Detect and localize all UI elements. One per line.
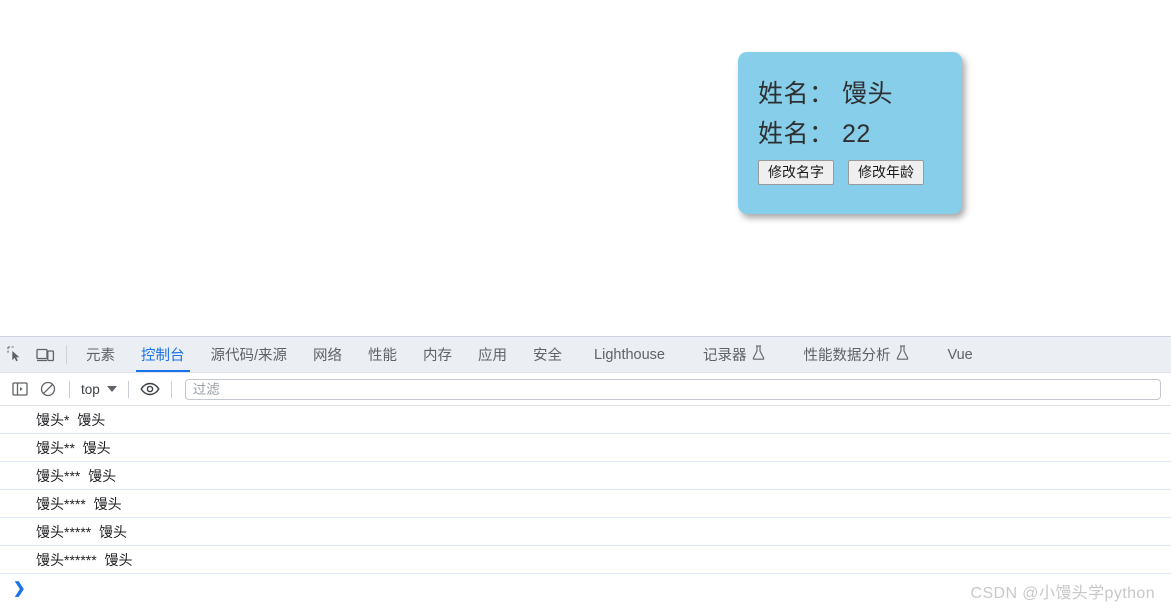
tab-performance[interactable]: 性能 [355, 337, 410, 372]
console-log-row: 馒头*** 馒头 [0, 462, 1171, 490]
tab-vue[interactable]: Vue [928, 337, 991, 372]
toolbar-separator [127, 380, 129, 398]
js-context-value: top [81, 381, 100, 397]
console-log-row: 馒头* 馒头 [0, 406, 1171, 434]
tab-network[interactable]: 网络 [300, 337, 355, 372]
watermark: CSDN @小馒头学python [970, 585, 1155, 602]
page-viewport: 姓名： 馒头 姓名： 22 修改名字 修改年龄 [0, 0, 1171, 336]
console-toolbar: top [0, 373, 1171, 406]
tab-sources[interactable]: 源代码/来源 [198, 337, 301, 372]
tab-elements-label: 元素 [86, 348, 115, 364]
person-age-line: 姓名： 22 [758, 120, 871, 148]
tab-console[interactable]: 控制台 [128, 337, 198, 372]
tab-sources-label: 源代码/来源 [210, 348, 288, 364]
tab-vue-label: Vue [947, 346, 973, 363]
tab-network-label: 网络 [313, 348, 343, 364]
device-toolbar-icon[interactable] [30, 337, 60, 372]
tab-memory[interactable]: 内存 [410, 337, 465, 372]
tab-performance-insights-label: 性能数据分析 [803, 348, 891, 364]
person-name-line: 姓名： 馒头 [758, 80, 893, 108]
console-log-row: 馒头** 馒头 [0, 434, 1171, 462]
eye-icon[interactable] [136, 375, 164, 403]
tab-lighthouse-label: Lighthouse [594, 346, 665, 363]
inspect-element-icon[interactable] [0, 337, 30, 372]
clear-console-icon[interactable] [34, 375, 62, 403]
tab-security[interactable]: 安全 [520, 337, 575, 372]
tab-performance-insights[interactable]: 性能数据分析 [784, 337, 928, 372]
console-log-row: 馒头**** 馒头 [0, 490, 1171, 518]
tabbar-divider [66, 345, 67, 364]
toolbar-separator [69, 380, 70, 398]
tab-application-label: 应用 [478, 348, 508, 364]
console-log-row: 馒头****** 馒头 [0, 546, 1171, 574]
tab-lighthouse[interactable]: Lighthouse [575, 337, 684, 372]
flask-icon [752, 345, 765, 364]
tab-recorder[interactable]: 记录器 [684, 337, 785, 372]
chevron-down-icon [106, 386, 117, 392]
tab-elements[interactable]: 元素 [73, 337, 128, 372]
console-log-row: 馒头***** 馒头 [0, 518, 1171, 546]
toolbar-separator [170, 380, 172, 398]
tab-memory-label: 内存 [423, 348, 453, 364]
flask-icon [896, 345, 909, 364]
devtools-tab-list: 元素 控制台 源代码/来源 网络 性能 内存 应用 安全 Lighthouse … [73, 337, 992, 372]
tab-performance-label: 性能 [368, 348, 398, 364]
change-age-button[interactable]: 修改年龄 [848, 160, 924, 185]
console-sidebar-icon[interactable] [6, 375, 34, 403]
card-button-group: 修改名字 修改年龄 [758, 160, 962, 185]
screenshot-root: 姓名： 馒头 姓名： 22 修改名字 修改年龄 元素 控制台 源代码/来源 网络… [0, 0, 1171, 611]
chevron-right-icon: ❯ [13, 579, 26, 597]
change-name-button[interactable]: 修改名字 [758, 160, 834, 185]
tab-console-label: 控制台 [141, 348, 185, 364]
devtools-tabbar: 元素 控制台 源代码/来源 网络 性能 内存 应用 安全 Lighthouse … [0, 337, 1171, 373]
tab-security-label: 安全 [533, 348, 563, 364]
devtools-panel: 元素 控制台 源代码/来源 网络 性能 内存 应用 安全 Lighthouse … [0, 336, 1171, 611]
js-context-dropdown[interactable]: top [77, 380, 121, 399]
console-filter-input[interactable] [184, 378, 1161, 400]
tab-recorder-label: 记录器 [702, 348, 747, 364]
person-info-card: 姓名： 馒头 姓名： 22 修改名字 修改年龄 [738, 52, 962, 214]
tab-application[interactable]: 应用 [465, 337, 520, 372]
